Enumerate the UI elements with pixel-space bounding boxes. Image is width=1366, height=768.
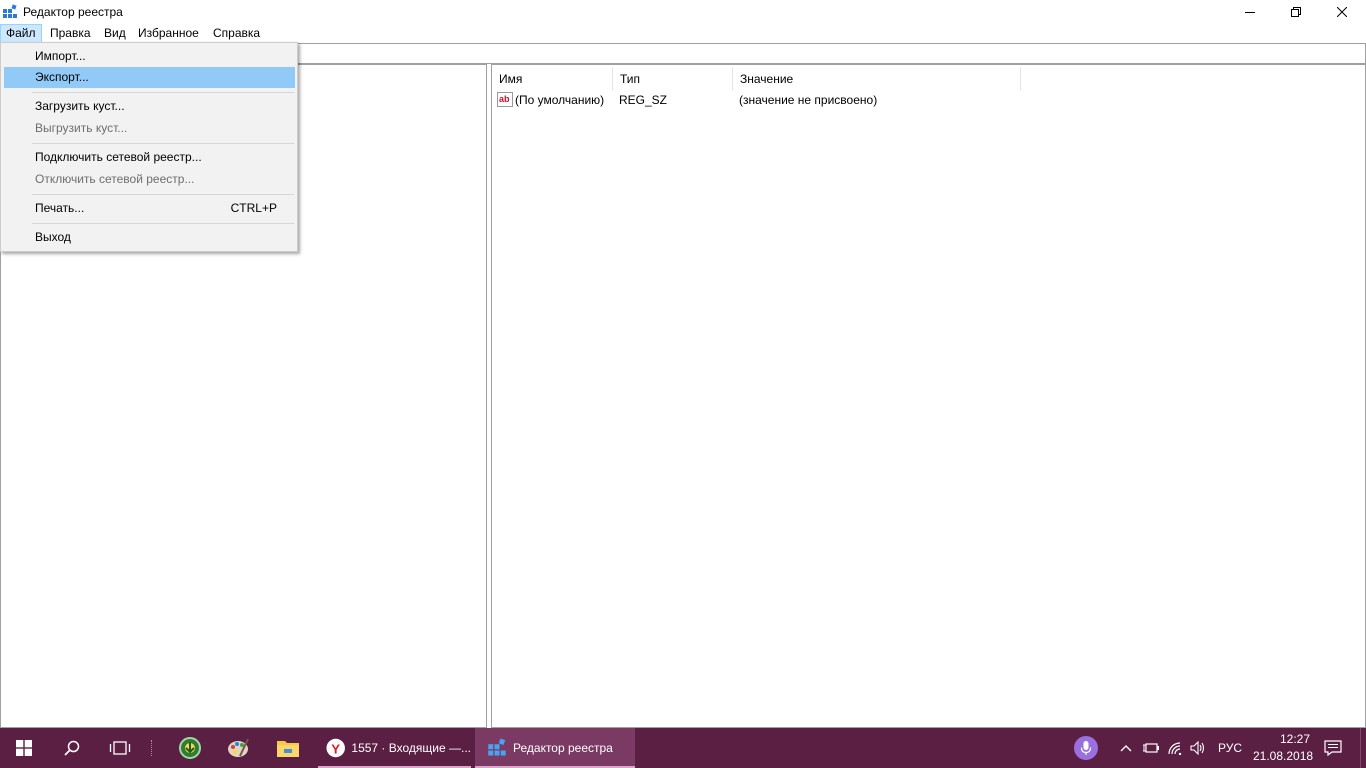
clock-date: 21.08.2018	[1253, 749, 1314, 763]
show-desktop-button[interactable]	[1360, 728, 1366, 768]
taskbar: Y 1557 · Входящие —... Редактор реестра	[0, 728, 1366, 768]
print-shortcut: CTRL+P	[230, 201, 277, 215]
table-row[interactable]: ab (По умолчанию) REG_SZ (значение не пр…	[492, 91, 1362, 109]
battery-plug-icon	[1143, 743, 1159, 753]
minimize-button[interactable]	[1227, 0, 1273, 24]
menu-item-import[interactable]: Импорт...	[4, 46, 295, 67]
svg-text:Y: Y	[331, 741, 340, 756]
taskbar-divider	[150, 728, 154, 768]
search-icon	[64, 740, 80, 756]
task-view-button[interactable]	[96, 728, 144, 768]
menu-file[interactable]: Файл	[0, 24, 42, 43]
task-view-icon	[109, 741, 131, 755]
clock[interactable]: 12:27 21.08.2018	[1248, 728, 1314, 768]
windows-start-icon	[16, 740, 32, 756]
menu-item-export[interactable]: Экспорт...	[4, 67, 295, 88]
action-center-button[interactable]	[1318, 728, 1348, 768]
battery-button[interactable]	[1140, 728, 1162, 768]
value-name: (По умолчанию)	[515, 93, 605, 107]
restore-icon	[1291, 7, 1301, 17]
volume-button[interactable]	[1187, 728, 1209, 768]
column-header-value[interactable]: Значение	[733, 67, 1021, 91]
registry-editor-icon	[488, 738, 506, 756]
input-language-indicator[interactable]: РУС	[1218, 741, 1242, 755]
column-header-name[interactable]: Имя	[492, 67, 613, 91]
menu-help[interactable]: Справка	[208, 25, 265, 42]
minimize-icon	[1245, 12, 1255, 13]
speaker-icon	[1190, 741, 1205, 755]
microphone-icon	[1074, 736, 1098, 760]
notifications-icon	[1324, 740, 1342, 756]
taskbar-app-label: 1557 · Входящие —...	[351, 741, 471, 755]
show-hidden-icons-button[interactable]	[1116, 728, 1136, 768]
menu-favorites[interactable]: Избранное	[133, 25, 204, 42]
paint-palette-icon	[228, 738, 249, 757]
file-explorer-icon	[277, 741, 299, 757]
menu-bar: Файл Правка Вид Избранное Справка	[0, 24, 1366, 43]
values-list-pane[interactable]: Имя Тип Значение ab (По умолчанию) REG_S…	[491, 64, 1366, 728]
start-button[interactable]	[0, 728, 48, 768]
taskbar-app-label: Редактор реестра	[513, 741, 613, 755]
menu-separator	[32, 194, 294, 195]
close-icon	[1337, 7, 1347, 17]
green-app-icon	[179, 737, 201, 759]
search-button[interactable]	[48, 728, 96, 768]
menu-separator	[32, 92, 294, 93]
chevron-up-icon	[1120, 745, 1132, 752]
menu-edit[interactable]: Правка	[45, 25, 96, 42]
cortana-button[interactable]	[1070, 728, 1102, 768]
value-data: (значение не присвоено)	[739, 93, 878, 107]
menu-item-unload-hive: Выгрузить куст...	[35, 121, 128, 135]
restore-button[interactable]	[1273, 0, 1319, 24]
svg-text:ab: ab	[499, 94, 510, 104]
close-button[interactable]	[1319, 0, 1365, 24]
taskbar-app-regedit[interactable]: Редактор реестра	[475, 728, 635, 768]
column-header-type[interactable]: Тип	[613, 67, 733, 91]
clock-time: 12:27	[1280, 732, 1311, 746]
taskbar-app-3[interactable]	[264, 728, 312, 768]
menu-item-disconnect-network-registry: Отключить сетевой реестр...	[35, 172, 195, 186]
yandex-browser-icon: Y	[326, 738, 345, 758]
menu-item-exit[interactable]: Выход	[4, 227, 295, 248]
taskbar-app-2[interactable]	[214, 728, 262, 768]
network-button[interactable]	[1164, 728, 1186, 768]
string-value-icon: ab	[497, 92, 513, 107]
menu-item-connect-network-registry[interactable]: Подключить сетевой реестр...	[4, 147, 295, 168]
file-dropdown-menu: Импорт... Экспорт... Загрузить куст... В…	[0, 42, 298, 252]
taskbar-app-1[interactable]	[166, 728, 214, 768]
menu-view[interactable]: Вид	[99, 25, 131, 42]
wifi-icon	[1168, 742, 1182, 755]
title-bar: Редактор реестра	[0, 0, 1366, 24]
value-type: REG_SZ	[619, 93, 668, 107]
menu-item-load-hive[interactable]: Загрузить куст...	[4, 96, 295, 117]
menu-separator	[32, 143, 294, 144]
registry-editor-icon	[3, 4, 17, 18]
menu-separator	[32, 223, 294, 224]
taskbar-app-yandex[interactable]: Y 1557 · Входящие —...	[318, 728, 471, 768]
window-title: Редактор реестра	[23, 5, 123, 19]
menu-item-print[interactable]: Печать... CTRL+P	[4, 198, 295, 219]
